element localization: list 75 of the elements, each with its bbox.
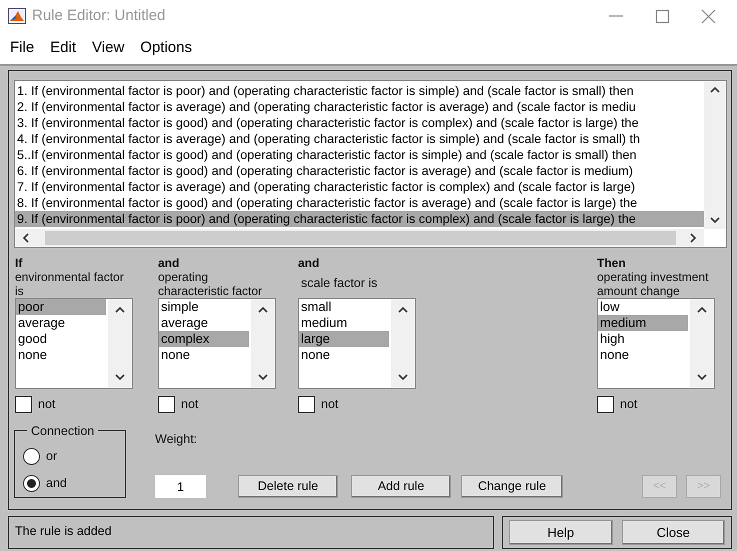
list-item[interactable]: good [16, 331, 106, 347]
list-item[interactable]: large [299, 331, 389, 347]
radio-label: and [46, 474, 67, 492]
dialog-button[interactable]: Close [622, 520, 725, 545]
scroll-up-icon[interactable] [709, 85, 721, 95]
rule-item[interactable]: 5..If (environmental factor is good) and (operating characteristic factor is simple) and (scale factor is small) then [15, 147, 704, 163]
dialog-button[interactable]: Help [509, 520, 612, 545]
list-item[interactable]: none [299, 347, 389, 363]
scroll-up-icon[interactable] [257, 305, 269, 315]
radio-label: or [46, 448, 58, 465]
scrollbar-thumb[interactable] [45, 231, 676, 245]
list-item[interactable]: medium [598, 315, 688, 331]
rule-item[interactable]: 2. If (environmental factor is average) and (operating characteristic factor is average) and (scale factor is mediu [15, 99, 704, 115]
column-label: operating [158, 270, 210, 284]
status-message: The rule is added [8, 516, 494, 549]
scroll-down-icon[interactable] [709, 215, 721, 225]
scroll-down-icon[interactable] [114, 372, 126, 382]
action-button[interactable]: Add rule [351, 475, 451, 498]
rule-item[interactable]: 8. If (environmental factor is good) and (operating characteristic factor is average) and (scale factor is large) the [15, 195, 704, 211]
checkbox[interactable] [15, 396, 32, 414]
list-item[interactable]: medium [299, 315, 389, 331]
rule-item[interactable]: 9. If (environmental factor is poor) and (operating characteristic factor is complex) and (scale factor is large) the [15, 211, 704, 227]
list-item[interactable]: complex [159, 331, 249, 347]
weight-field[interactable]: 1 [155, 475, 206, 498]
scroll-down-icon[interactable] [257, 372, 269, 382]
scroll-up-icon[interactable] [696, 305, 708, 315]
window-title: Rule Editor: Untitled [32, 6, 166, 26]
list-item[interactable]: small [299, 299, 389, 315]
list-item[interactable]: simple [159, 299, 249, 315]
column-label: amount change [597, 284, 681, 298]
column-label: and [298, 256, 320, 270]
rule-item[interactable]: 3. If (environmental factor is good) and (operating characteristic factor is complex) and (scale factor is large) the [15, 115, 704, 131]
column-label: is [15, 284, 25, 298]
list-item[interactable]: none [16, 347, 106, 363]
scroll-down-icon[interactable] [696, 372, 708, 382]
rule-item[interactable]: 7. If (environmental factor is average) and (operating characteristic factor is complex) and (scale factor is large) [15, 179, 704, 195]
app-icon [8, 8, 26, 24]
scroll-right-icon[interactable] [688, 232, 698, 244]
menu-item[interactable]: File [2, 36, 42, 60]
column-label: scale factor is [301, 276, 378, 290]
action-button[interactable]: Delete rule [238, 475, 338, 498]
list-item[interactable]: low [598, 299, 688, 315]
checkbox[interactable] [597, 396, 614, 414]
radio-button[interactable] [23, 474, 40, 492]
list-item[interactable]: poor [16, 299, 106, 315]
list-item[interactable]: none [598, 347, 688, 363]
column-label: characteristic factor [158, 284, 264, 298]
checkbox[interactable] [158, 396, 175, 414]
weight-label: Weight: [155, 431, 198, 448]
scroll-down-icon[interactable] [397, 372, 409, 382]
column-label: operating investment [597, 270, 710, 284]
list-item[interactable]: high [598, 331, 688, 347]
scroll-up-icon[interactable] [397, 305, 409, 315]
checkbox-label: not [620, 396, 638, 414]
rule-item[interactable]: 1. If (environmental factor is poor) and (operating characteristic factor is simple) and (scale factor is small) then [15, 83, 704, 99]
checkbox[interactable] [298, 396, 315, 414]
checkbox-label: not [321, 396, 338, 414]
scroll-left-icon[interactable] [21, 232, 31, 244]
action-button[interactable]: Change rule [461, 475, 563, 498]
checkbox-label: not [38, 396, 56, 414]
list-item[interactable]: none [159, 347, 249, 363]
rule-item[interactable]: 4. If (environmental factor is average) and (operating characteristic factor is simple) and (scale factor is small) th [15, 131, 704, 147]
list-item[interactable]: average [159, 315, 249, 331]
rule-item[interactable]: 6. If (environmental factor is good) and (operating characteristic factor is average) and (scale factor is medium) [15, 163, 704, 179]
menu-item[interactable]: View [84, 36, 132, 60]
checkbox-label: not [181, 396, 198, 414]
column-label: If [15, 256, 24, 270]
list-item[interactable]: average [16, 315, 106, 331]
column-label: environmental factor [15, 270, 125, 284]
menu-item[interactable]: Options [132, 36, 200, 60]
column-label: Then [597, 256, 627, 270]
menu-item[interactable]: Edit [42, 36, 84, 60]
column-label: and [158, 256, 180, 270]
radio-button[interactable] [23, 448, 40, 465]
scroll-up-icon[interactable] [114, 305, 126, 315]
